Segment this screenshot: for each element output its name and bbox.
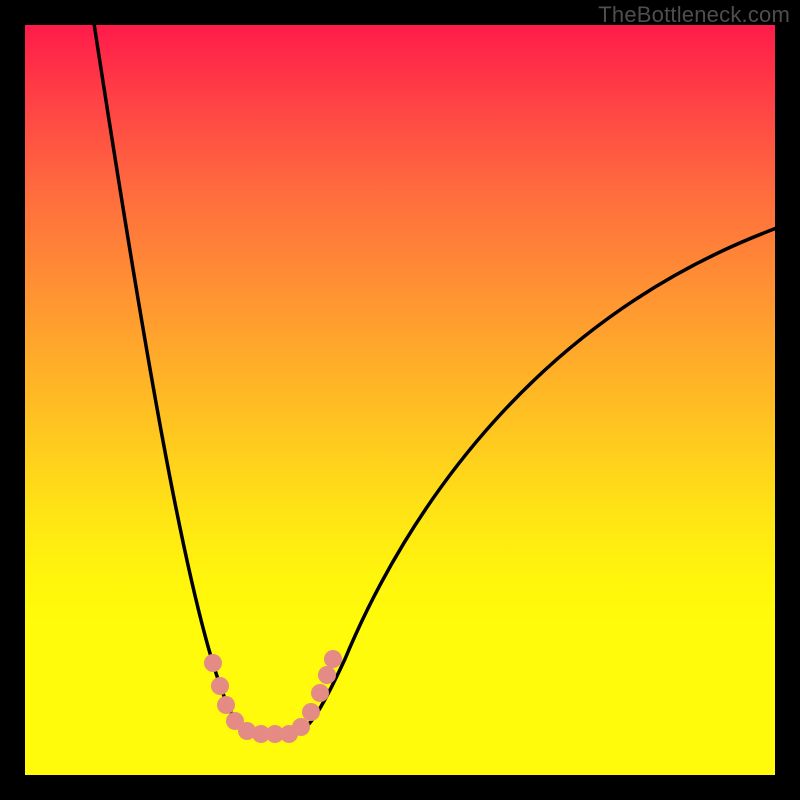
watermark: TheBottleneck.com	[598, 2, 790, 28]
marker-cluster	[204, 650, 342, 743]
curve-path	[93, 25, 775, 733]
bottleneck-curve	[25, 25, 775, 775]
chart-frame: TheBottleneck.com	[0, 0, 800, 800]
